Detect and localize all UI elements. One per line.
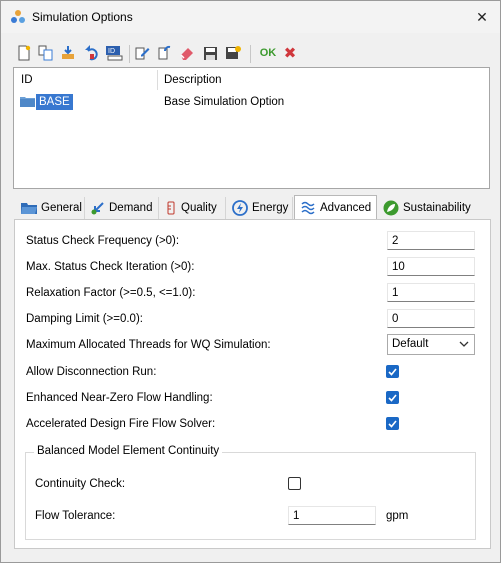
relaxation-factor-input[interactable] [387, 283, 475, 302]
undo-icon [85, 45, 98, 61]
list-header: ID Description [14, 68, 489, 91]
duplicate-icon [38, 45, 53, 61]
damping-limit-label: Damping Limit (>=0.0): [26, 313, 143, 325]
column-header-id[interactable]: ID [21, 74, 33, 86]
balanced-continuity-group: Balanced Model Element Continuity Contin… [25, 445, 476, 540]
app-icon [11, 10, 25, 23]
import-button[interactable] [59, 43, 77, 63]
status-check-frequency-input[interactable] [387, 231, 475, 250]
options-list[interactable]: ID Description BASE Base Simulation Opti… [13, 67, 490, 189]
checkmark-icon [388, 367, 397, 376]
status-check-frequency-label: Status Check Frequency (>0): [26, 235, 180, 247]
id-label-button[interactable]: ID [105, 43, 123, 63]
enhanced-near-zero-checkbox[interactable] [386, 391, 399, 404]
checkmark-icon [388, 393, 397, 402]
title-bar: Simulation Options ✕ [1, 1, 500, 33]
advanced-icon [301, 201, 315, 215]
save-as-icon [226, 46, 241, 59]
leaf-icon [383, 200, 399, 216]
tab-label: Advanced [320, 202, 372, 214]
cancel-button[interactable]: ✖ [281, 43, 299, 63]
close-window-button[interactable]: ✕ [468, 5, 496, 29]
checkmark-icon [388, 419, 397, 428]
save-as-button[interactable] [224, 43, 242, 63]
folder-icon [20, 97, 35, 107]
undo-button[interactable] [83, 43, 101, 63]
allow-disconnection-run-label: Allow Disconnection Run: [26, 366, 157, 378]
list-row[interactable]: BASE Base Simulation Option [14, 92, 489, 111]
new-icon [18, 45, 31, 61]
tab-advanced[interactable]: Advanced [294, 195, 377, 220]
continuity-check-label: Continuity Check: [35, 478, 126, 490]
tab-label: General [41, 202, 82, 214]
rename-icon [158, 45, 171, 60]
flow-tolerance-label: Flow Tolerance: [35, 510, 116, 522]
tab-sustainability[interactable]: Sustainability [378, 197, 478, 219]
tab-label: Sustainability [403, 202, 471, 214]
delete-icon [180, 48, 193, 60]
continuity-check-checkbox[interactable] [288, 477, 301, 490]
energy-icon [232, 200, 248, 216]
simulation-options-window: Simulation Options ✕ ID OK ✖ ID Descript… [0, 0, 501, 563]
window-title: Simulation Options [32, 10, 133, 24]
max-threads-select[interactable]: Default [387, 334, 475, 355]
tab-label: Energy [252, 202, 289, 214]
duplicate-button[interactable] [37, 43, 55, 63]
cancel-icon: ✖ [283, 45, 297, 62]
column-header-description[interactable]: Description [164, 74, 222, 86]
max-status-check-iteration-input[interactable] [387, 257, 475, 276]
edit-icon [135, 47, 150, 60]
tab-general[interactable]: General [16, 197, 85, 219]
tab-label: Quality [181, 202, 217, 214]
tab-energy[interactable]: Energy [227, 197, 293, 219]
damping-limit-input[interactable] [387, 309, 475, 328]
flow-tolerance-input[interactable] [288, 506, 376, 525]
id-label-icon: ID [106, 46, 123, 61]
tab-bar: General Demand Quality Energy Advanced S… [14, 195, 491, 220]
edit-button[interactable] [133, 43, 151, 63]
relaxation-factor-label: Relaxation Factor (>=0.5, <=1.0): [26, 287, 196, 299]
row-id[interactable]: BASE [36, 94, 73, 110]
accelerated-fire-flow-checkbox[interactable] [386, 417, 399, 430]
max-threads-value: Default [392, 338, 429, 350]
group-title: Balanced Model Element Continuity [34, 445, 223, 457]
enhanced-near-zero-label: Enhanced Near-Zero Flow Handling: [26, 392, 213, 404]
flow-tolerance-unit: gpm [386, 510, 409, 522]
max-threads-label: Maximum Allocated Threads for WQ Simulat… [26, 339, 271, 351]
max-status-check-iteration-label: Max. Status Check Iteration (>0): [26, 261, 195, 273]
demand-icon [91, 202, 104, 215]
row-description: Base Simulation Option [164, 96, 285, 108]
tab-demand[interactable]: Demand [86, 197, 159, 219]
tab-label: Demand [109, 202, 153, 214]
beaker-icon [167, 201, 175, 215]
rename-button[interactable] [155, 43, 173, 63]
ok-button[interactable]: OK [257, 43, 279, 63]
advanced-tab-panel: Status Check Frequency (>0): Max. Status… [14, 219, 491, 549]
save-button[interactable] [201, 43, 219, 63]
import-icon [62, 46, 74, 59]
allow-disconnection-run-checkbox[interactable] [386, 365, 399, 378]
folder-icon [21, 203, 37, 214]
tab-quality[interactable]: Quality [160, 197, 226, 219]
ok-label: OK [259, 47, 277, 59]
save-icon [203, 46, 217, 60]
chevron-down-icon [459, 341, 469, 347]
delete-button[interactable] [178, 43, 196, 63]
svg-text:ID: ID [108, 48, 115, 55]
new-button[interactable] [15, 43, 33, 63]
toolbar: ID OK ✖ [11, 43, 311, 65]
accelerated-fire-flow-label: Accelerated Design Fire Flow Solver: [26, 418, 216, 430]
close-icon: ✕ [476, 8, 488, 25]
